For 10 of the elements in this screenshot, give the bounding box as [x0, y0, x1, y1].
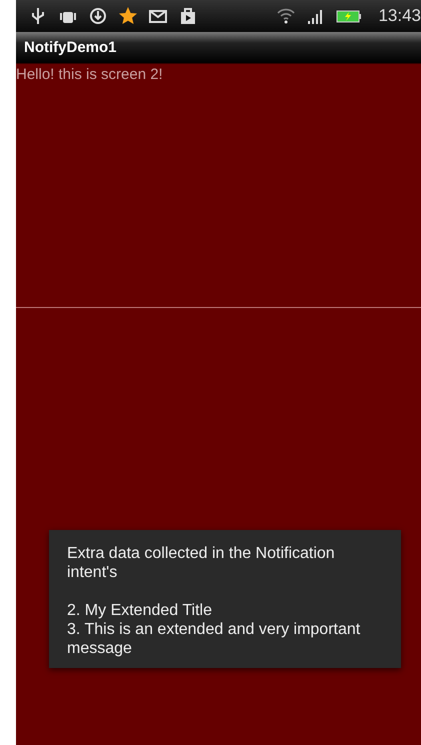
toast-text: 3. This is an extended and very important message — [67, 620, 361, 658]
wifi-icon — [276, 6, 296, 26]
toast-text: Extra data collected in the Notification intent's — [67, 544, 336, 582]
app-title: NotifyDemo1 — [24, 39, 117, 56]
clock-time: 13:43 — [378, 6, 421, 26]
toast-text: 2. My Extended Title — [67, 601, 213, 620]
bag-icon — [178, 6, 198, 26]
download-icon — [88, 6, 108, 26]
star-icon — [118, 6, 138, 26]
screen-text: Hello! this is screen 2! — [16, 66, 163, 83]
